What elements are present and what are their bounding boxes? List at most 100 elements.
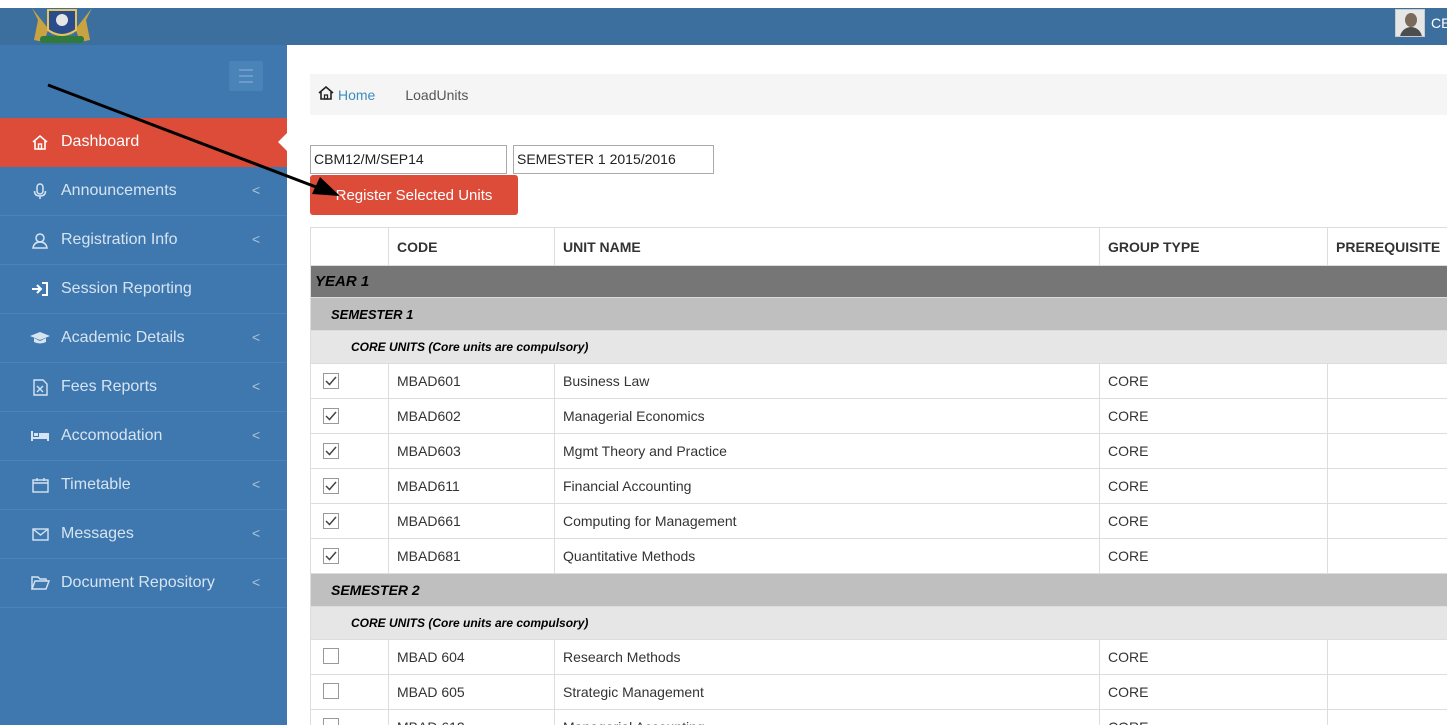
unit-code: MBAD602	[388, 398, 555, 434]
user-menu[interactable]: CE	[1395, 8, 1447, 38]
sidebar-item-registration-info[interactable]: Registration Info <	[0, 216, 287, 265]
sidebar-item-label: Messages	[61, 525, 134, 542]
select-cell	[310, 363, 389, 399]
unit-code: MBAD603	[388, 433, 555, 469]
select-cell	[310, 639, 389, 675]
unit-name: Quantitative Methods	[554, 538, 1100, 574]
home-icon	[318, 85, 334, 103]
unit-name: Financial Accounting	[554, 468, 1100, 504]
sidebar-item-fees-reports[interactable]: Fees Reports <	[0, 363, 287, 412]
class-code-field[interactable]: CBM12/M/SEP14	[310, 145, 507, 174]
table-row: MBAD603 Mgmt Theory and Practice CORE	[310, 433, 1447, 469]
unit-checkbox[interactable]	[323, 443, 339, 459]
chevron-left-icon: <	[252, 525, 261, 541]
sidebar-item-dashboard[interactable]: Dashboard	[0, 118, 287, 167]
core-units-label: CORE UNITS (Core units are compulsory)	[310, 606, 1447, 640]
sidebar-item-accomodation[interactable]: Accomodation <	[0, 412, 287, 461]
table-row: MBAD 605 Strategic Management CORE	[310, 674, 1447, 710]
select-cell	[310, 433, 389, 469]
unit-checkbox[interactable]	[323, 513, 339, 529]
sidebar-item-label: Dashboard	[61, 133, 140, 150]
university-logo[interactable]	[24, 0, 100, 45]
unit-checkbox[interactable]	[323, 548, 339, 564]
user-name[interactable]: CE	[1431, 15, 1447, 31]
sidebar-item-session-reporting[interactable]: Session Reporting	[0, 265, 287, 314]
unit-checkbox[interactable]	[323, 647, 339, 664]
unit-code: MBAD 612	[388, 709, 555, 725]
register-selected-units-button[interactable]: Register Selected Units	[310, 175, 518, 215]
breadcrumb-home-link[interactable]: Home	[318, 85, 375, 103]
unit-group-type: CORE	[1099, 639, 1328, 675]
sidebar-item-document-repository[interactable]: Document Repository <	[0, 559, 287, 608]
calendar-icon	[30, 477, 50, 493]
chevron-left-icon: <	[252, 182, 261, 198]
unit-code: MBAD601	[388, 363, 555, 399]
unit-prerequisite	[1327, 639, 1447, 675]
unit-name: Managerial Accounting	[554, 709, 1100, 725]
unit-group-type: CORE	[1099, 433, 1328, 469]
breadcrumb-home-label[interactable]: Home	[338, 87, 375, 103]
sidebar-item-label: Announcements	[61, 182, 177, 199]
units-table: CODE UNIT NAME GROUP TYPE PREREQUISITE Y…	[310, 227, 1447, 725]
table-header-row: CODE UNIT NAME GROUP TYPE PREREQUISITE	[310, 227, 1447, 266]
select-cell	[310, 398, 389, 434]
unit-name: Business Law	[554, 363, 1100, 399]
unit-prerequisite	[1327, 503, 1447, 539]
sidebar-item-label: Accomodation	[61, 427, 163, 444]
table-row: MBAD 604 Research Methods CORE	[310, 639, 1447, 675]
unit-group-type: CORE	[1099, 398, 1328, 434]
top-navbar: CE	[0, 0, 1447, 45]
unit-checkbox[interactable]	[323, 717, 339, 725]
sidebar-item-messages[interactable]: Messages <	[0, 510, 287, 559]
unit-name-column-header: UNIT NAME	[554, 227, 1100, 266]
main-content: Home LoadUnits CBM12/M/SEP14 SEMESTER 1 …	[287, 45, 1447, 725]
select-cell	[310, 468, 389, 504]
sidebar-item-announcements[interactable]: Announcements <	[0, 167, 287, 216]
code-column-header: CODE	[388, 227, 555, 266]
year-group-row: YEAR 1	[310, 265, 1447, 298]
folder-open-icon	[30, 576, 50, 590]
unit-prerequisite	[1327, 674, 1447, 710]
sidebar-item-label: Fees Reports	[61, 378, 158, 395]
core-units-group-row: CORE UNITS (Core units are compulsory)	[310, 606, 1447, 640]
sidebar-item-academic-details[interactable]: Academic Details <	[0, 314, 287, 363]
sidebar-toggle-button[interactable]	[229, 61, 263, 91]
chevron-left-icon: <	[252, 476, 261, 492]
sidebar-item-label: Document Repository	[61, 574, 215, 591]
sidebar-item-label: Registration Info	[61, 231, 178, 248]
chevron-left-icon: <	[252, 574, 261, 590]
bed-icon	[30, 430, 50, 442]
top-border	[0, 0, 1447, 8]
core-units-label: CORE UNITS (Core units are compulsory)	[310, 330, 1447, 364]
unit-checkbox[interactable]	[323, 478, 339, 494]
unit-name: Mgmt Theory and Practice	[554, 433, 1100, 469]
unit-group-type: CORE	[1099, 674, 1328, 710]
semester-label: SEMESTER 1	[310, 297, 1447, 331]
year-label: YEAR 1	[310, 265, 1447, 298]
unit-checkbox[interactable]	[323, 682, 339, 699]
unit-prerequisite	[1327, 468, 1447, 504]
table-row: MBAD681 Quantitative Methods CORE	[310, 538, 1447, 574]
semester-field[interactable]: SEMESTER 1 2015/2016	[513, 145, 714, 174]
sidebar-menu: Dashboard Announcements < Registration I…	[0, 118, 287, 608]
table-row: MBAD661 Computing for Management CORE	[310, 503, 1447, 539]
avatar[interactable]	[1395, 9, 1425, 37]
select-cell	[310, 503, 389, 539]
sidebar-item-label: Timetable	[61, 476, 131, 493]
unit-name: Research Methods	[554, 639, 1100, 675]
unit-code: MBAD 605	[388, 674, 555, 710]
unit-name: Strategic Management	[554, 674, 1100, 710]
chevron-left-icon: <	[252, 329, 261, 345]
unit-prerequisite	[1327, 433, 1447, 469]
unit-checkbox[interactable]	[323, 408, 339, 424]
table-row: MBAD 612Managerial AccountingCORE	[310, 709, 1447, 725]
sidebar-item-timetable[interactable]: Timetable <	[0, 461, 287, 510]
unit-checkbox[interactable]	[323, 373, 339, 389]
unit-code: MBAD681	[388, 538, 555, 574]
semester-label: SEMESTER 2	[310, 573, 1447, 607]
group-type-column-header: GROUP TYPE	[1099, 227, 1328, 266]
home-icon	[30, 134, 50, 150]
unit-prerequisite	[1327, 363, 1447, 399]
chevron-left-icon: <	[252, 378, 261, 394]
unit-prerequisite	[1327, 709, 1447, 725]
